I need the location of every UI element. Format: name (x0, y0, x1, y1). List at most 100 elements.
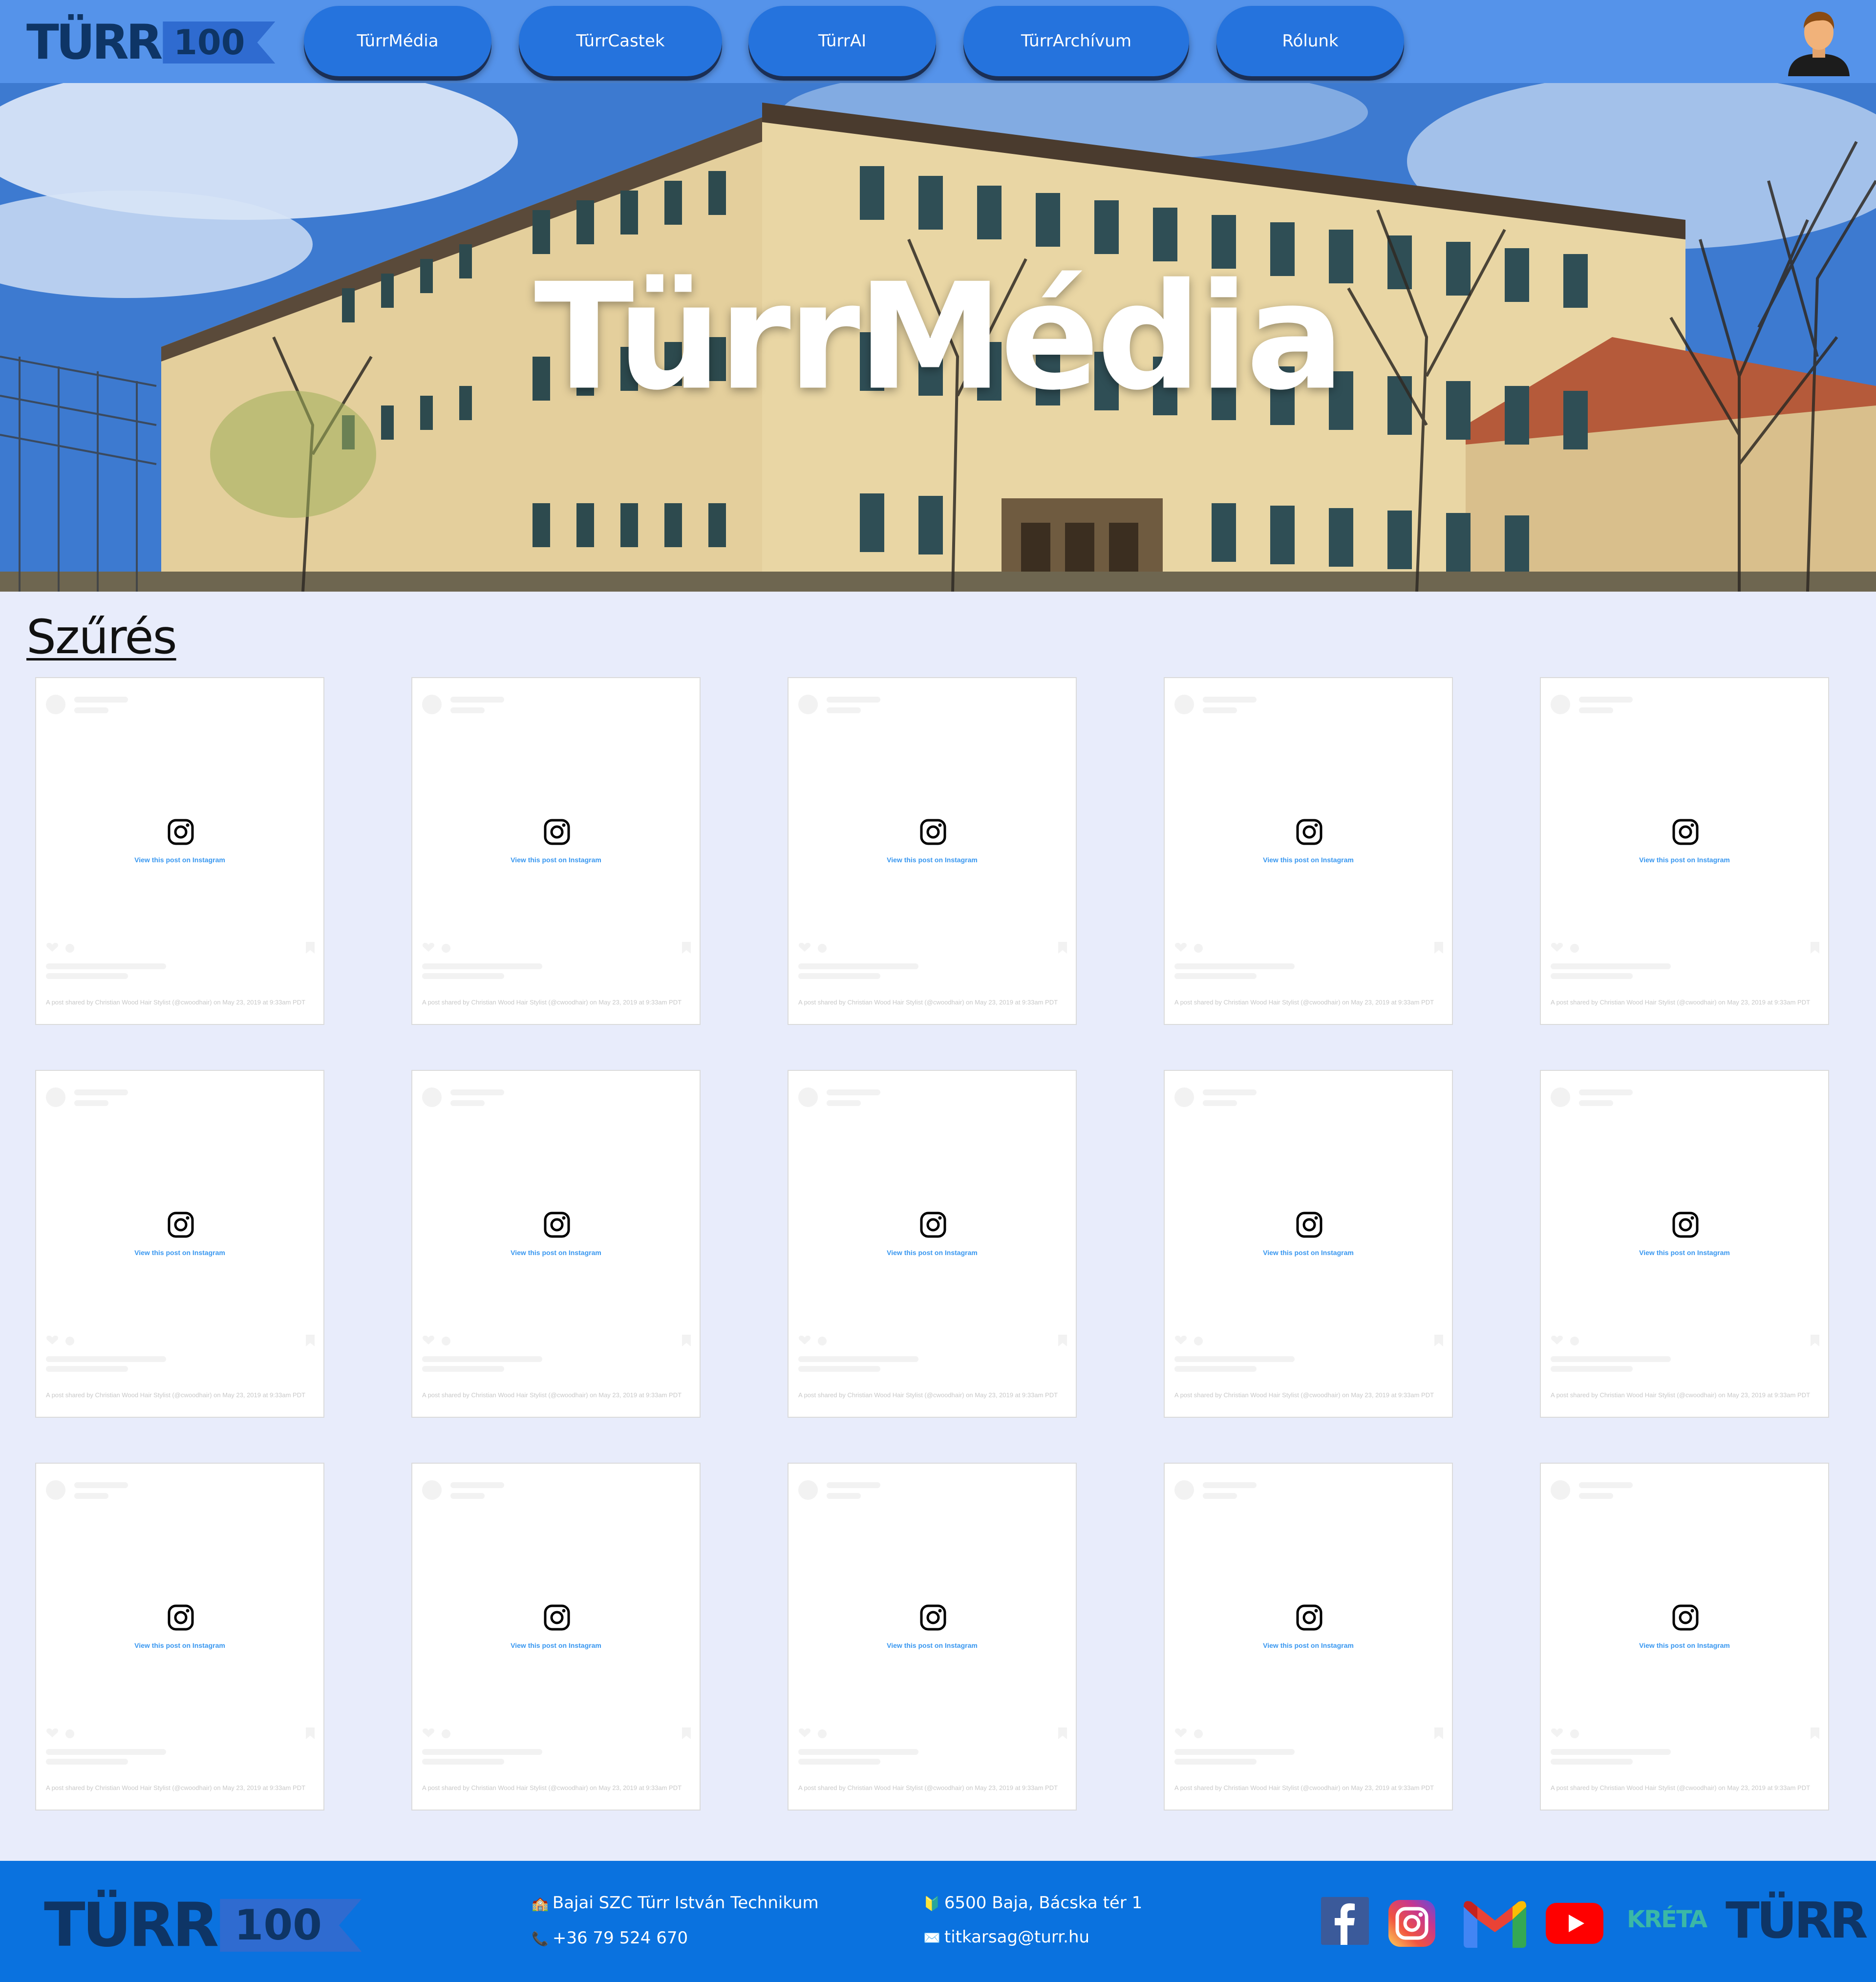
view-post-link[interactable]: View this post on Instagram (1165, 1249, 1452, 1257)
date-placeholder (46, 1366, 128, 1372)
instagram-glyph-icon[interactable] (1672, 819, 1699, 845)
username-placeholder (450, 1482, 504, 1488)
view-post-link[interactable]: View this post on Instagram (1541, 1641, 1828, 1649)
instagram-glyph-icon[interactable] (168, 1212, 194, 1238)
instagram-post-card[interactable]: View this post on Instagram A post shared… (411, 1463, 701, 1811)
comment-placeholder-icon (442, 1337, 450, 1345)
post-caption[interactable]: A post shared by Christian Wood Hair Sty… (798, 999, 1068, 1006)
bookmark-placeholder-icon (1058, 1335, 1067, 1346)
instagram-glyph-icon[interactable] (920, 1604, 946, 1631)
instagram-post-card[interactable]: View this post on Instagram A post shared… (1540, 677, 1829, 1025)
post-caption[interactable]: A post shared by Christian Wood Hair Sty… (1174, 1784, 1444, 1791)
bookmark-placeholder-icon (1811, 1335, 1819, 1346)
likes-placeholder (46, 1749, 166, 1755)
view-post-link[interactable]: View this post on Instagram (789, 1249, 1076, 1257)
instagram-post-card[interactable]: View this post on Instagram A post shared… (788, 677, 1077, 1025)
instagram-post-card[interactable]: View this post on Instagram A post shared… (1164, 1463, 1453, 1811)
instagram-glyph-icon[interactable] (1296, 819, 1322, 845)
view-post-link[interactable]: View this post on Instagram (36, 856, 323, 864)
logo-number: 100 (163, 21, 276, 64)
instagram-glyph-icon[interactable] (168, 1604, 194, 1631)
youtube-icon[interactable] (1546, 1903, 1603, 1944)
instagram-glyph-icon[interactable] (544, 819, 570, 845)
view-post-link[interactable]: View this post on Instagram (1165, 856, 1452, 864)
post-caption[interactable]: A post shared by Christian Wood Hair Sty… (422, 1784, 692, 1791)
view-post-link[interactable]: View this post on Instagram (36, 1249, 323, 1257)
like-placeholder-icon (1175, 943, 1187, 952)
likes-placeholder (1551, 1356, 1671, 1362)
profile-placeholder (798, 695, 818, 714)
date-placeholder (798, 973, 880, 979)
post-caption[interactable]: A post shared by Christian Wood Hair Sty… (422, 999, 692, 1006)
profile-placeholder (1551, 1087, 1570, 1107)
user-avatar-icon[interactable] (1784, 7, 1854, 76)
post-caption[interactable]: A post shared by Christian Wood Hair Sty… (1174, 999, 1444, 1006)
likes-placeholder (1174, 963, 1295, 969)
instagram-glyph-icon[interactable] (920, 819, 946, 845)
instagram-post-card[interactable]: View this post on Instagram A post shared… (411, 1070, 701, 1418)
view-post-link[interactable]: View this post on Instagram (412, 1641, 700, 1649)
nav-rolunk[interactable]: Rólunk (1216, 6, 1404, 76)
view-post-link[interactable]: View this post on Instagram (1541, 1249, 1828, 1257)
username-placeholder (827, 697, 880, 703)
view-post-link[interactable]: View this post on Instagram (412, 856, 700, 864)
nav-turrarchivum[interactable]: TürrArchívum (963, 6, 1189, 76)
instagram-glyph-icon[interactable] (1296, 1604, 1322, 1631)
logo-word: TÜRR (26, 15, 163, 70)
turr100-logo[interactable]: TÜRR 100 (26, 15, 276, 70)
post-caption[interactable]: A post shared by Christian Wood Hair Sty… (1551, 999, 1820, 1006)
instagram-post-card[interactable]: View this post on Instagram A post shared… (1540, 1463, 1829, 1811)
instagram-glyph-icon[interactable] (168, 819, 194, 845)
gmail-icon[interactable] (1464, 1900, 1526, 1948)
post-caption[interactable]: A post shared by Christian Wood Hair Sty… (798, 1784, 1068, 1791)
date-placeholder (1174, 973, 1257, 979)
post-caption[interactable]: A post shared by Christian Wood Hair Sty… (46, 1391, 316, 1399)
username-placeholder (74, 1089, 128, 1095)
instagram-glyph-icon[interactable] (1296, 1212, 1322, 1238)
email-address[interactable]: titkarsag@turr.hu (944, 1927, 1089, 1947)
profile-placeholder (1174, 695, 1194, 714)
instagram-post-card[interactable]: View this post on Instagram A post shared… (35, 677, 324, 1025)
post-caption[interactable]: A post shared by Christian Wood Hair Sty… (422, 1391, 692, 1399)
instagram-glyph-icon[interactable] (1672, 1212, 1699, 1238)
like-placeholder-icon (423, 1336, 434, 1344)
username-placeholder (74, 697, 128, 703)
instagram-post-card[interactable]: View this post on Instagram A post shared… (788, 1070, 1077, 1418)
post-caption[interactable]: A post shared by Christian Wood Hair Sty… (1551, 1391, 1820, 1399)
post-caption[interactable]: A post shared by Christian Wood Hair Sty… (1551, 1784, 1820, 1791)
view-post-link[interactable]: View this post on Instagram (1541, 856, 1828, 864)
instagram-glyph-icon[interactable] (920, 1212, 946, 1238)
view-post-link[interactable]: View this post on Instagram (1165, 1641, 1452, 1649)
view-post-link[interactable]: View this post on Instagram (789, 856, 1076, 864)
nav-turrai[interactable]: TürrAI (748, 6, 936, 76)
likes-placeholder (422, 1356, 542, 1362)
instagram-glyph-icon[interactable] (544, 1604, 570, 1631)
instagram-post-card[interactable]: View this post on Instagram A post shared… (35, 1070, 324, 1418)
filter-link[interactable]: Szűrés (26, 610, 177, 664)
instagram-post-card[interactable]: View this post on Instagram A post shared… (411, 677, 701, 1025)
view-post-link[interactable]: View this post on Instagram (36, 1641, 323, 1649)
post-caption[interactable]: A post shared by Christian Wood Hair Sty… (1174, 1391, 1444, 1399)
post-caption[interactable]: A post shared by Christian Wood Hair Sty… (46, 999, 316, 1006)
view-post-link[interactable]: View this post on Instagram (412, 1249, 700, 1257)
instagram-post-card[interactable]: View this post on Instagram A post shared… (788, 1463, 1077, 1811)
hero-banner: TürrMédia (0, 83, 1876, 592)
instagram-post-card[interactable]: View this post on Instagram A post shared… (1540, 1070, 1829, 1418)
instagram-post-card[interactable]: View this post on Instagram A post shared… (1164, 1070, 1453, 1418)
turr-logo[interactable]: TÜRR (1726, 1896, 1868, 1946)
instagram-post-card[interactable]: View this post on Instagram A post shared… (1164, 677, 1453, 1025)
facebook-icon[interactable] (1321, 1897, 1369, 1945)
nav-turrcastek[interactable]: TürrCastek (519, 6, 722, 76)
instagram-post-card[interactable]: View this post on Instagram A post shared… (35, 1463, 324, 1811)
phone-number[interactable]: +36 79 524 670 (553, 1928, 688, 1948)
instagram-glyph-icon[interactable] (1672, 1604, 1699, 1631)
subtitle-placeholder (450, 1100, 485, 1106)
footer-turr100-logo[interactable]: TÜRR 100 (44, 1895, 362, 1956)
nav-turrmedia[interactable]: TürrMédia (304, 6, 491, 76)
kreta-logo[interactable]: KRÉTA (1627, 1906, 1707, 1933)
instagram-glyph-icon[interactable] (544, 1212, 570, 1238)
post-caption[interactable]: A post shared by Christian Wood Hair Sty… (46, 1784, 316, 1791)
instagram-icon[interactable] (1388, 1900, 1435, 1947)
post-caption[interactable]: A post shared by Christian Wood Hair Sty… (798, 1391, 1068, 1399)
view-post-link[interactable]: View this post on Instagram (789, 1641, 1076, 1649)
